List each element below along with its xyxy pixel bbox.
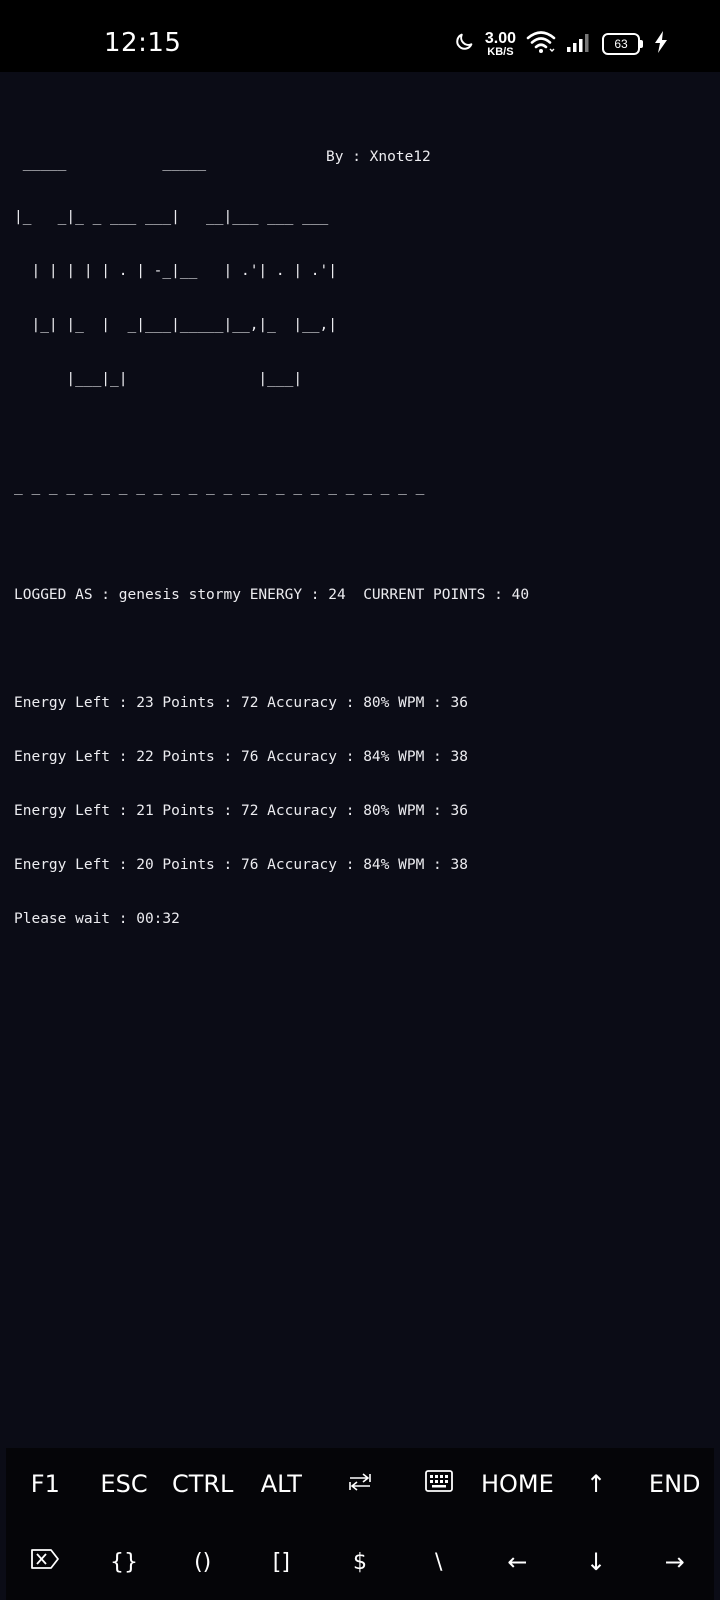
ascii-line: |_| |_ | _|___|_____|__,|_ |__,| — [14, 317, 338, 333]
esc-key[interactable]: ESC — [85, 1448, 164, 1520]
terminal-output: _____ _____ |_ _|_ _ ___ ___| __|___ ___… — [14, 82, 714, 946]
ascii-line: |___|_| |___| — [14, 371, 303, 387]
wifi-icon — [526, 30, 556, 58]
status-bar: 12:15 3.00 KB/S 63 — [0, 0, 720, 72]
extra-keys-row-1: F1 ESC CTRL ALT HOME ↑ END — [6, 1448, 714, 1520]
battery-icon: 63 — [602, 33, 643, 55]
author-credit: By : Xnote12 — [326, 149, 431, 165]
charging-icon — [654, 31, 668, 57]
backslash-key[interactable]: \ — [399, 1526, 478, 1598]
moon-icon — [453, 31, 475, 57]
tab-icon — [349, 1470, 371, 1498]
keyboard-icon — [424, 1470, 453, 1498]
status-icons: 3.00 KB/S 63 — [453, 26, 668, 62]
ascii-line: |_ _|_ _ ___ ___| __|___ ___ ___ — [14, 209, 329, 225]
backspace-icon — [30, 1548, 60, 1576]
arrow-left-key[interactable]: ← — [478, 1526, 557, 1598]
result-line: Energy Left : 23 Points : 72 Accuracy : … — [14, 695, 468, 711]
result-line: Energy Left : 21 Points : 72 Accuracy : … — [14, 803, 468, 819]
logged-status-line: LOGGED AS : genesis stormy ENERGY : 24 C… — [14, 587, 530, 603]
parens-key[interactable]: () — [163, 1526, 242, 1598]
alt-key[interactable]: ALT — [242, 1448, 321, 1520]
ascii-line: | | | | | . | -_|__ | .'| . | .'| — [14, 263, 338, 279]
status-clock: 12:15 — [104, 28, 182, 58]
extra-keys-row-2: {} () [] $ \ ← ↓ → — [6, 1526, 714, 1598]
wait-timer-line: Please wait : 00:32 — [14, 911, 180, 927]
extra-keys-bar: F1 ESC CTRL ALT HOME ↑ END {} () [] $ \ … — [6, 1448, 714, 1600]
keyboard-toggle-key[interactable] — [399, 1448, 478, 1520]
dollar-key[interactable]: $ — [321, 1526, 400, 1598]
end-key[interactable]: END — [635, 1448, 714, 1520]
arrow-up-key[interactable]: ↑ — [557, 1448, 636, 1520]
ctrl-key[interactable]: CTRL — [163, 1448, 242, 1520]
network-speed: 3.00 KB/S — [484, 29, 516, 58]
brackets-key[interactable]: [] — [242, 1526, 321, 1598]
f1-key[interactable]: F1 — [6, 1448, 85, 1520]
result-line: Energy Left : 20 Points : 76 Accuracy : … — [14, 857, 468, 873]
network-speed-value: 3.00 — [484, 29, 516, 47]
network-speed-unit: KB/S — [487, 45, 514, 58]
braces-key[interactable]: {} — [85, 1526, 164, 1598]
result-line: Energy Left : 22 Points : 76 Accuracy : … — [14, 749, 468, 765]
arrow-down-key[interactable]: ↓ — [557, 1526, 636, 1598]
home-key[interactable]: HOME — [478, 1448, 557, 1520]
separator-line: _ _ _ _ _ _ _ _ _ _ _ _ _ _ _ _ _ _ _ _ … — [14, 479, 425, 495]
ascii-banner: _____ _____ |_ _|_ _ ___ ___| __|___ ___… — [14, 118, 714, 442]
tab-key[interactable] — [321, 1448, 400, 1520]
delete-key[interactable] — [6, 1526, 85, 1598]
signal-icon — [566, 31, 592, 57]
arrow-right-key[interactable]: → — [635, 1526, 714, 1598]
